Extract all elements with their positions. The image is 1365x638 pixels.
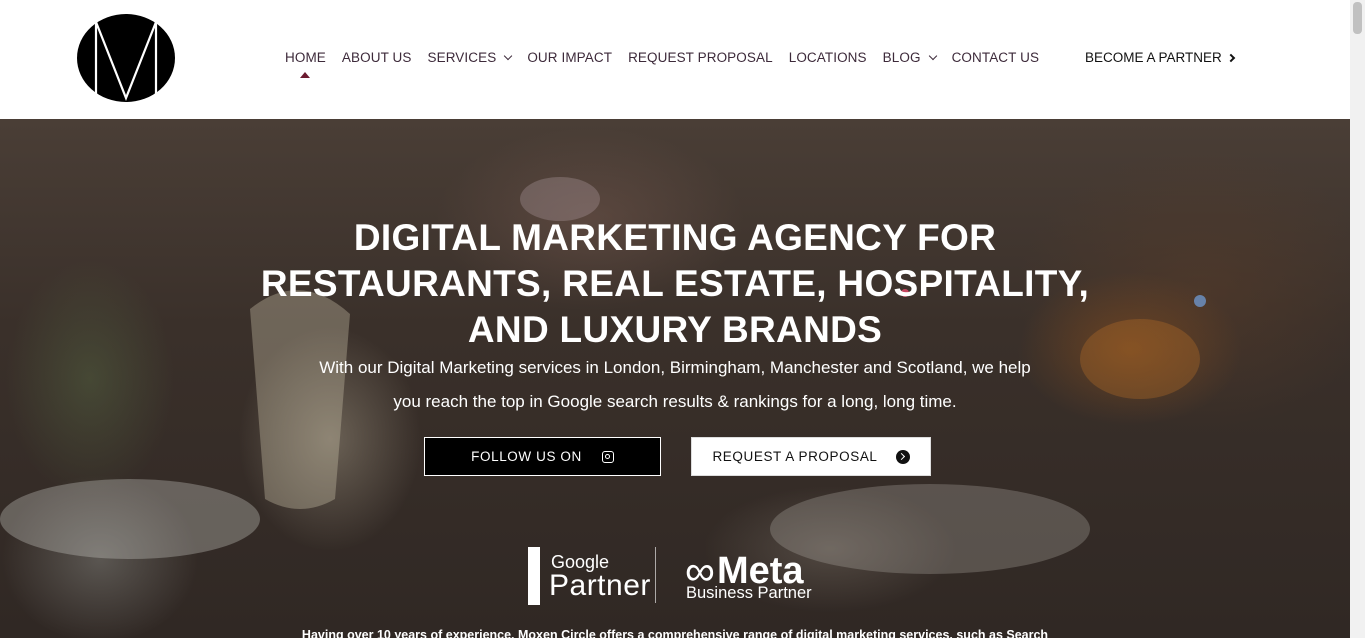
scrollbar-thumb[interactable] [1353, 2, 1362, 34]
nav-item-about-us[interactable]: ABOUT US [342, 50, 412, 65]
instagram-icon [601, 450, 614, 463]
chevron-down-icon [504, 51, 513, 60]
m-circle-logo[interactable] [77, 14, 175, 102]
nav-item-home[interactable]: HOME [285, 50, 326, 65]
nav-item-request-proposal[interactable]: REQUEST PROPOSAL [628, 50, 773, 65]
google-partner-badge: Google Partner [527, 545, 657, 605]
page-scrollbar[interactable] [1350, 0, 1365, 638]
follow-us-button[interactable]: FOLLOW US ON [424, 437, 661, 476]
arrow-circle-right-icon [895, 449, 910, 464]
meta-business-partner-badge: ∞ Meta Business Partner [685, 547, 812, 602]
nav-item-services[interactable]: SERVICES [427, 50, 513, 65]
hero-content: DIGITAL MARKETING AGENCY FOR RESTAURANTS… [0, 119, 1350, 638]
hero-section: DIGITAL MARKETING AGENCY FOR RESTAURANTS… [0, 119, 1350, 638]
site-header: HOME ABOUT US SERVICES OUR IMPACT REQUES… [0, 0, 1350, 119]
nav-item-contact-us[interactable]: CONTACT US [952, 50, 1040, 65]
chevron-right-icon [1226, 53, 1236, 62]
become-partner-link[interactable]: BECOME A PARTNER [1085, 50, 1236, 65]
badge-divider [655, 547, 656, 603]
intro-text: Having over 10 years of experience, Moxe… [301, 628, 1049, 638]
hero-subtitle: With our Digital Marketing services in L… [319, 358, 1031, 411]
main-nav: HOME ABOUT US SERVICES OUR IMPACT REQUES… [285, 50, 1055, 65]
request-proposal-button[interactable]: REQUEST A PROPOSAL [691, 437, 931, 476]
nav-item-blog[interactable]: BLOG [883, 50, 937, 65]
google-badge-bar [528, 547, 540, 605]
nav-item-locations[interactable]: LOCATIONS [789, 50, 867, 65]
chevron-down-icon [928, 51, 937, 60]
hero-title: DIGITAL MARKETING AGENCY FOR RESTAURANTS… [260, 217, 1090, 350]
nav-item-our-impact[interactable]: OUR IMPACT [527, 50, 612, 65]
